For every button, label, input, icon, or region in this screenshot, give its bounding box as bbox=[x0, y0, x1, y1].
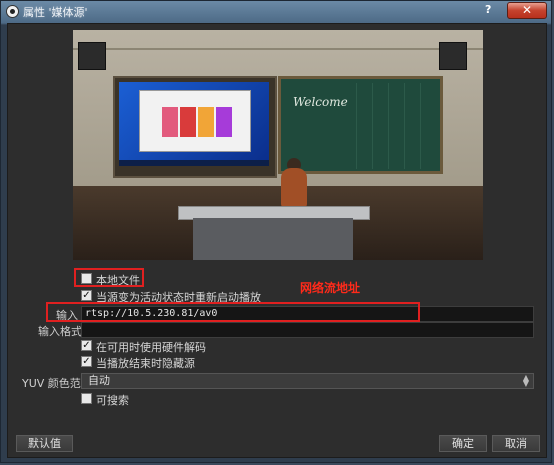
input-label: 输入 bbox=[56, 309, 78, 322]
input-format-label: 输入格式 bbox=[38, 325, 82, 338]
seekable-label: 可搜索 bbox=[96, 394, 129, 407]
properties-window: 属性 '媒体源' ? ✕ Welcome 本地文件 ✓ 当源变为活动状态时重新启… bbox=[0, 0, 552, 463]
hw-decode-label: 在可用时使用硬件解码 bbox=[96, 341, 206, 354]
local-file-label: 本地文件 bbox=[96, 274, 140, 287]
dialog-client: Welcome 本地文件 ✓ 当源变为活动状态时重新启动播放 网络流地址 输入 … bbox=[7, 23, 547, 458]
input-format-field[interactable] bbox=[81, 322, 534, 338]
hide-when-ended-label: 当播放结束时隐藏源 bbox=[96, 357, 195, 370]
board-text: Welcome bbox=[293, 95, 348, 109]
title-bar[interactable]: 属性 '媒体源' ? ✕ bbox=[1, 1, 551, 23]
hw-decode-checkbox[interactable]: ✓ 在可用时使用硬件解码 bbox=[81, 339, 281, 354]
hide-when-ended-checkbox[interactable]: ✓ 当播放结束时隐藏源 bbox=[81, 355, 281, 370]
checkbox-box[interactable]: ✓ bbox=[81, 356, 92, 367]
checkbox-box[interactable] bbox=[81, 393, 92, 404]
window-title: 属性 '媒体源' bbox=[23, 6, 88, 19]
obs-app-icon bbox=[6, 5, 19, 18]
defaults-button[interactable]: 默认值 bbox=[16, 435, 73, 452]
seekable-checkbox[interactable]: 可搜索 bbox=[81, 392, 201, 407]
source-preview: Welcome bbox=[73, 30, 483, 260]
checkbox-box[interactable] bbox=[81, 273, 92, 284]
local-file-checkbox[interactable]: 本地文件 bbox=[81, 272, 201, 287]
annotation-text: 网络流地址 bbox=[300, 281, 361, 295]
speaker-right bbox=[439, 42, 467, 70]
cancel-button[interactable]: 取消 bbox=[492, 435, 540, 452]
yuv-range-value: 自动 bbox=[88, 374, 110, 387]
chevron-updown-icon: ▲ ▼ bbox=[522, 373, 530, 388]
checkbox-box[interactable]: ✓ bbox=[81, 290, 92, 301]
restart-on-activate-label: 当源变为活动状态时重新启动播放 bbox=[96, 291, 261, 304]
ok-button[interactable]: 确定 bbox=[439, 435, 487, 452]
preview-blackboard: Welcome bbox=[278, 76, 443, 174]
close-button[interactable]: ✕ bbox=[507, 2, 547, 19]
checkbox-box[interactable]: ✓ bbox=[81, 340, 92, 351]
speaker-left bbox=[78, 42, 106, 70]
yuv-range-select[interactable]: 自动 ▲ ▼ bbox=[81, 373, 534, 389]
help-button[interactable]: ? bbox=[485, 3, 491, 16]
preview-display bbox=[113, 76, 277, 178]
input-url-field[interactable]: rtsp://10.5.230.81/av0 bbox=[81, 306, 534, 322]
preview-person bbox=[281, 168, 307, 208]
